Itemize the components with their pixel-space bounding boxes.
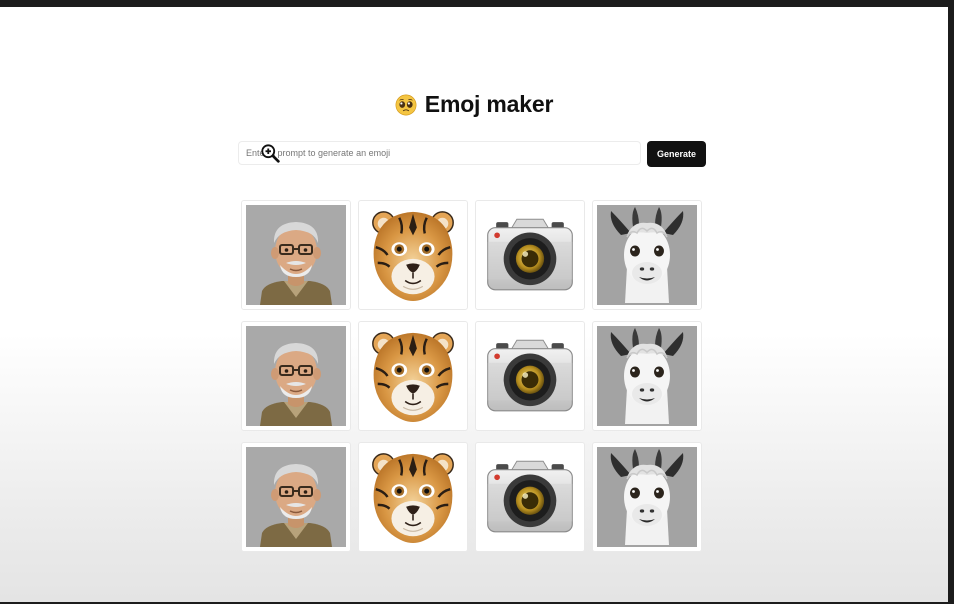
app-window: Emoj maker Generate — [0, 7, 948, 602]
man-with-glasses-emoji-icon — [246, 447, 346, 547]
llama-face-emoji-icon — [597, 205, 697, 305]
emoji-card[interactable] — [358, 200, 468, 310]
tiger-face-emoji-icon — [364, 327, 462, 425]
tiger-face-emoji-icon — [364, 448, 462, 546]
emoji-card[interactable] — [475, 321, 585, 431]
emoji-card[interactable] — [358, 442, 468, 552]
emoji-gallery — [241, 200, 702, 552]
emoji-card[interactable] — [358, 321, 468, 431]
emoji-card[interactable] — [592, 442, 702, 552]
man-with-glasses-emoji-icon — [246, 205, 346, 305]
llama-face-emoji-icon — [597, 326, 697, 426]
emoji-card[interactable] — [592, 200, 702, 310]
camera-emoji-icon — [483, 208, 577, 302]
emoji-card[interactable] — [241, 442, 351, 552]
camera-emoji-icon — [483, 329, 577, 423]
page-title: Emoj maker — [424, 91, 554, 117]
tiger-face-emoji-icon — [364, 206, 462, 304]
emoji-card[interactable] — [592, 321, 702, 431]
pleading-face-emoji-icon — [395, 94, 417, 116]
page-header: Emoj maker — [0, 91, 948, 118]
man-with-glasses-emoji-icon — [246, 326, 346, 426]
camera-emoji-icon — [483, 450, 577, 544]
generate-button[interactable]: Generate — [647, 141, 706, 167]
emoji-card[interactable] — [475, 442, 585, 552]
llama-face-emoji-icon — [597, 447, 697, 547]
emoji-card[interactable] — [475, 200, 585, 310]
prompt-form: Generate — [238, 141, 706, 167]
emoji-card[interactable] — [241, 200, 351, 310]
emoji-card[interactable] — [241, 321, 351, 431]
prompt-input[interactable] — [238, 141, 641, 165]
